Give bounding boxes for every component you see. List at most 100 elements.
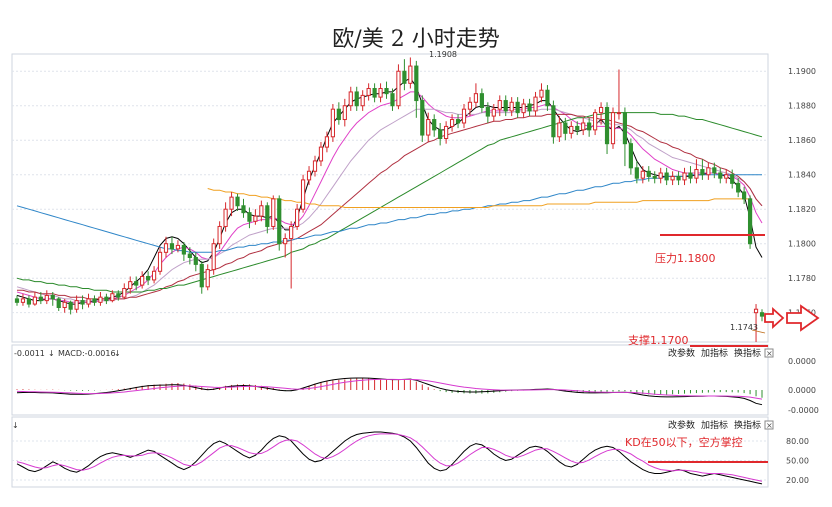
candle-up [163,243,169,253]
candle-up [593,112,598,131]
kd-add-indicator-button[interactable]: 加指标 [701,419,728,431]
candle-down [247,212,252,222]
candle-down [455,119,461,124]
kd-switch-indicator-button[interactable]: 换指标 [734,419,761,431]
candle-up [271,198,276,227]
candle-up [658,172,663,179]
macd-tick-label: 0.0000 [788,386,816,395]
candle-up [449,119,455,127]
candle-down [563,122,568,134]
candle-down [50,294,55,300]
price-tick-label: 1.1820 [788,205,816,214]
candle-up [694,169,699,179]
close-icon: × [766,421,773,430]
kd-tick-label: 80.00 [786,437,809,446]
macd-tick-label: -0.0000 [788,406,819,415]
price-axis: 1.1900 1.1880 1.1860 1.1840 1.1820 1.1800 1.17… [788,67,816,317]
candle-down [604,106,610,145]
candle-up [306,170,312,181]
resistance-label: 压力1.1800 [655,252,716,265]
candle-up [670,175,675,181]
candle-down [527,103,532,112]
candle-down [718,172,723,179]
candle-down [277,198,282,245]
candle-up [706,167,711,176]
candle-up [408,65,413,84]
candle-down [420,100,425,136]
candle-down [634,167,639,179]
candle-up [330,108,335,138]
moving-averages [16,77,763,305]
candle-down [503,100,508,112]
price-tick-label: 1.1900 [788,67,816,76]
price-tick-label: 1.1880 [788,102,816,111]
candle-down [146,275,151,281]
candle-up [473,93,479,103]
macd-switch-indicator-button[interactable]: 换指标 [734,347,761,359]
candle-up [318,146,324,162]
kd-tick-label: 20.00 [786,476,809,485]
forex-chart: 欧/美 2 小时走势 1.1900 1.1880 1.1860 1.1840 1.182… [11,27,820,488]
grid-lines [12,70,768,314]
candle-down [747,198,753,245]
macd-add-indicator-button[interactable]: 加指标 [701,347,728,359]
candle-up [283,238,288,245]
candle-down [116,293,121,298]
candle-up [426,119,431,136]
candle-down [646,170,651,177]
kd-change-params-button[interactable]: 改参数 [668,419,695,431]
candle-down [575,125,580,131]
moving-average-line [16,77,763,305]
candle-down [390,93,395,107]
candle-down [241,205,246,214]
candle-down [736,182,741,193]
candle-down [652,175,657,179]
candle-up [151,270,157,281]
candle-up [753,308,759,314]
candle-down [68,301,73,310]
candle-down [169,243,175,250]
candle-up [128,281,133,290]
candle-down [181,244,186,255]
candle-up [348,91,353,107]
candle-down [438,129,443,140]
candle-up [157,251,163,272]
candle-up [140,275,145,286]
candle-down [545,89,550,107]
candle-up [461,108,467,124]
candle-down [712,167,717,174]
candle-up [259,205,264,217]
candle-up [467,101,473,110]
candle-up [98,296,103,303]
price-tick-label: 1.1860 [788,136,816,145]
candle-up [300,179,306,210]
candle-down [38,296,43,302]
candle-up [223,208,228,227]
candle-down [354,91,359,107]
candle-up [581,122,586,131]
candle-down [26,298,32,305]
candle-down [700,169,705,176]
candle-up [557,122,562,138]
kd-toolbar: 改参数 加指标 换指标 × [668,419,774,431]
candle-down [56,298,61,309]
candle-up [497,100,502,110]
candle-up [229,196,234,210]
candle-up [122,288,127,298]
moving-average-line [17,113,763,300]
macd-change-params-button[interactable]: 改参数 [668,347,695,359]
candle-down [587,122,592,131]
moving-average-line [16,174,762,253]
candle-down [193,256,198,265]
candle-up [366,87,371,96]
moving-average-line [207,188,751,208]
candle-up [539,89,544,98]
candle-down [551,105,556,138]
candle-down [479,93,484,108]
macd-tick-label: 0.0000 [788,357,816,366]
macd-toolbar: 改参数 加指标 换指标 × [668,347,774,359]
candle-down [688,172,693,179]
candle-up [289,225,294,240]
price-tick-label: 1.1800 [788,240,816,249]
candle-up [378,87,383,98]
